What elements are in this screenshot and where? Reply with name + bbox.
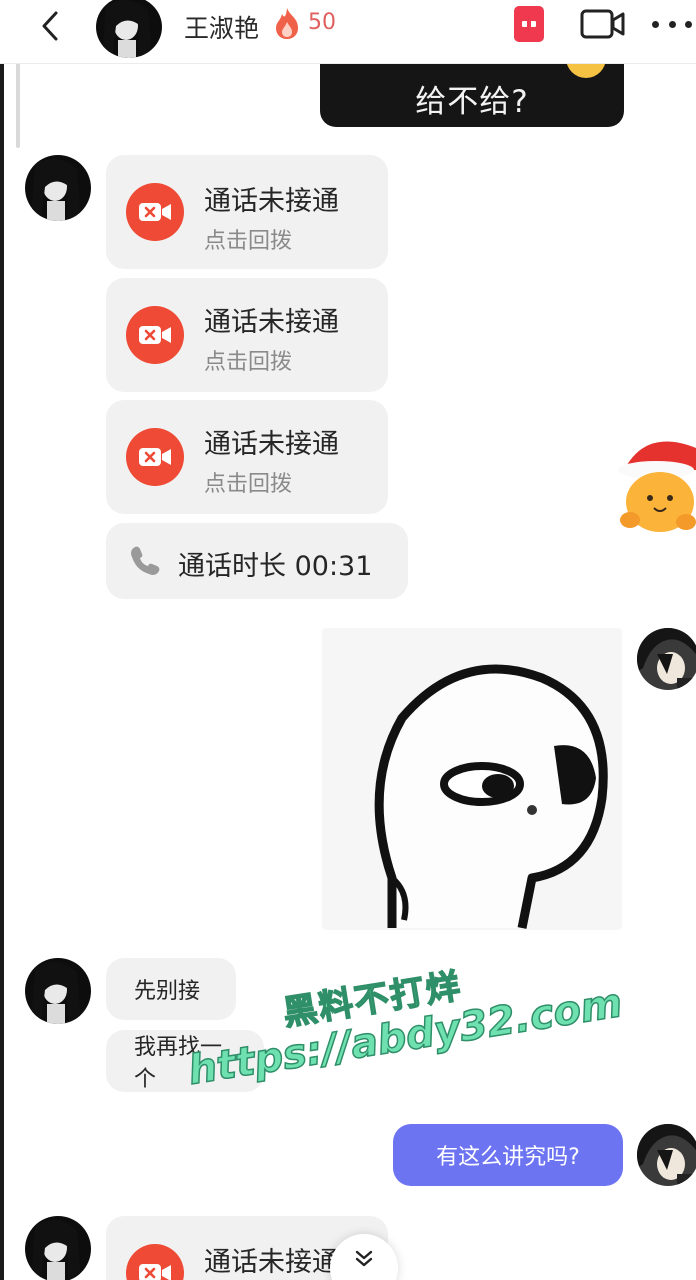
- chat-header: 王淑艳 50: [0, 0, 696, 64]
- sticker-image[interactable]: [322, 628, 622, 930]
- callback-label: 点击回拨: [204, 350, 293, 375]
- missed-call-bubble[interactable]: 通话未接通 点击回拨: [106, 400, 388, 514]
- streak-count: 50: [308, 10, 336, 35]
- missed-video-call-icon: [126, 1244, 184, 1280]
- contact-avatar[interactable]: [96, 0, 162, 58]
- incoming-message-bubble[interactable]: 先别接: [106, 958, 236, 1020]
- self-avatar[interactable]: [637, 1124, 696, 1186]
- missed-call-title: 通话未接通: [204, 186, 339, 217]
- missed-call-title: 通话未接通: [204, 307, 339, 338]
- fire-icon: [272, 6, 302, 40]
- outgoing-message-text: 有这么讲究吗?: [436, 1145, 580, 1170]
- callback-label: 点击回拨: [204, 472, 293, 497]
- call-duration-text: 通话时长 00:31: [178, 551, 373, 582]
- contact-avatar-message[interactable]: [25, 1216, 91, 1280]
- phone-icon: [128, 544, 162, 578]
- back-icon: [42, 11, 58, 41]
- more-icon[interactable]: [652, 14, 692, 34]
- back-button[interactable]: [30, 6, 70, 46]
- floating-mascot-icon[interactable]: [616, 428, 696, 538]
- missed-call-bubble[interactable]: 通话未接通 点击回拨: [106, 278, 388, 392]
- window-edge: [0, 0, 4, 1280]
- missed-video-call-icon: [126, 306, 184, 364]
- missed-call-bubble[interactable]: 通话未接通 点击回拨: [106, 155, 388, 269]
- outgoing-message-bubble[interactable]: 有这么讲究吗?: [393, 1124, 623, 1186]
- contact-avatar-message[interactable]: [25, 958, 91, 1024]
- outgoing-dark-text: 给不给?: [415, 84, 529, 120]
- missed-video-call-icon: [126, 428, 184, 486]
- contact-name[interactable]: 王淑艳: [184, 9, 259, 45]
- red-packet-icon[interactable]: [514, 6, 544, 42]
- incoming-message-text: 先别接: [134, 979, 201, 1004]
- video-call-icon[interactable]: [580, 8, 626, 40]
- missed-video-call-icon: [126, 183, 184, 241]
- missed-call-title: 通话未接通: [204, 1247, 339, 1278]
- double-chevron-down-icon: [355, 1250, 373, 1267]
- self-avatar[interactable]: [637, 628, 696, 690]
- contact-avatar-message[interactable]: [25, 155, 91, 221]
- missed-call-title: 通话未接通: [204, 429, 339, 460]
- callback-label: 点击回拨: [204, 229, 293, 254]
